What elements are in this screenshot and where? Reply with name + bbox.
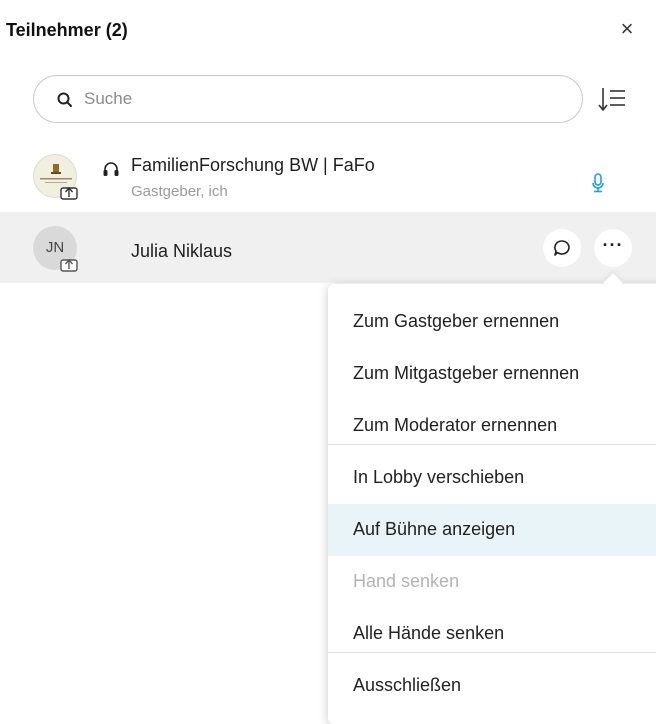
logo-icon (51, 164, 61, 174)
chat-icon (554, 240, 570, 256)
participant-row[interactable]: FamilienForschung BW | FaFo Gastgeber, i… (0, 140, 656, 212)
menu-divider (328, 652, 656, 653)
menu-item-remove[interactable]: Ausschließen (328, 660, 656, 712)
participant-role: Gastgeber, ich (131, 183, 228, 200)
close-icon[interactable]: × (616, 18, 638, 40)
participant-context-menu: Zum Gastgeber ernennen Zum Mitgastgeber … (328, 273, 656, 724)
menu-item-show-on-stage[interactable]: Auf Bühne anzeigen (328, 504, 656, 556)
panel-title: Teilnehmer (2) (6, 20, 128, 40)
search-icon (57, 92, 72, 107)
menu-item-make-cohost[interactable]: Zum Mitgastgeber ernennen (328, 348, 656, 400)
search-box[interactable] (33, 75, 583, 123)
menu-item-make-host[interactable]: Zum Gastgeber ernennen (328, 296, 656, 348)
share-screen-icon (60, 258, 78, 272)
sort-icon[interactable] (597, 84, 627, 114)
menu-divider (328, 444, 656, 445)
menu-item-move-to-lobby[interactable]: In Lobby verschieben (328, 452, 656, 504)
share-screen-icon (60, 186, 78, 200)
chat-button[interactable] (543, 229, 581, 267)
menu-item-lower-hand: Hand senken (353, 571, 460, 591)
participant-name: Julia Niklaus (131, 241, 233, 261)
more-icon: ··· (602, 235, 624, 255)
panel-header: Teilnehmer (2) × (0, 0, 656, 62)
participant-name: FamilienForschung BW | FaFo (131, 155, 375, 175)
participant-row[interactable]: JN Julia Niklaus ··· (0, 212, 656, 283)
more-button[interactable]: ··· (594, 229, 632, 267)
headset-icon (103, 162, 119, 176)
microphone-icon[interactable] (591, 173, 605, 193)
search-input[interactable] (84, 86, 564, 112)
